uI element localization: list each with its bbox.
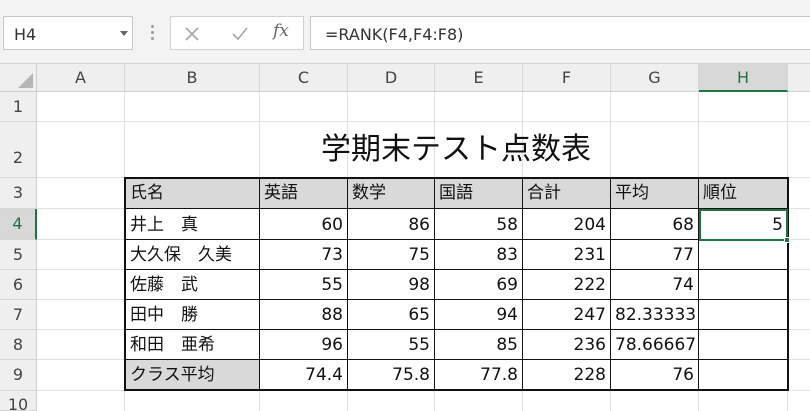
row-header-5[interactable]: 5 <box>0 240 37 270</box>
cell-japanese[interactable]: 94 <box>435 300 522 329</box>
header-japanese[interactable]: 国語 <box>435 179 522 208</box>
cell-japanese[interactable]: 83 <box>435 240 522 269</box>
formula-bar: H4 fx =RANK(F4,F4:F8) <box>0 0 810 64</box>
cell-average[interactable]: 68 <box>611 209 698 239</box>
cell-english[interactable]: 96 <box>260 330 347 359</box>
cell-english[interactable]: 60 <box>260 209 347 239</box>
cell-english[interactable]: 88 <box>260 300 347 329</box>
class-average-total[interactable]: 228 <box>523 360 610 389</box>
cell-rank[interactable] <box>699 270 787 299</box>
row-header-8[interactable]: 8 <box>0 330 37 360</box>
select-all-icon <box>18 73 33 88</box>
row-header-9[interactable]: 9 <box>0 360 37 391</box>
more-options-icon[interactable] <box>141 20 163 46</box>
header-rank[interactable]: 順位 <box>699 179 787 208</box>
cell-japanese[interactable]: 85 <box>435 330 522 359</box>
header-math[interactable]: 数学 <box>348 179 434 208</box>
row-header-7[interactable]: 7 <box>0 300 37 330</box>
class-average-english[interactable]: 74.4 <box>260 360 347 389</box>
row-header-6[interactable]: 6 <box>0 270 37 300</box>
row-header-2[interactable]: 2 <box>0 122 37 178</box>
column-header-d[interactable]: D <box>348 64 435 92</box>
cell-japanese[interactable]: 69 <box>435 270 522 299</box>
column-header-g[interactable]: G <box>611 64 699 92</box>
cell-total[interactable]: 204 <box>523 209 610 239</box>
column-header-a[interactable]: A <box>37 64 125 92</box>
formula-input[interactable]: =RANK(F4,F4:F8) <box>310 16 810 50</box>
row-header-10[interactable]: 10 <box>0 391 37 411</box>
cell-name[interactable]: 和田 亜希 <box>126 330 259 359</box>
column-header-c[interactable]: C <box>260 64 348 92</box>
formula-buttons: fx <box>170 16 304 50</box>
cell-math[interactable]: 65 <box>348 300 434 329</box>
cell-name[interactable]: 田中 勝 <box>126 300 259 329</box>
cell-rank[interactable] <box>699 330 787 359</box>
header-average[interactable]: 平均 <box>611 179 698 208</box>
cell-rank[interactable] <box>699 240 787 269</box>
row-header-1[interactable]: 1 <box>0 92 37 122</box>
column-header-h[interactable]: H <box>699 64 788 92</box>
insert-function-icon[interactable]: fx <box>273 21 289 41</box>
cell-average[interactable]: 77 <box>611 240 698 269</box>
chevron-down-icon[interactable] <box>120 31 128 36</box>
cell-average[interactable]: 74 <box>611 270 698 299</box>
class-average-japanese[interactable]: 77.8 <box>435 360 522 389</box>
name-box-value: H4 <box>14 25 37 44</box>
cell-rank[interactable] <box>699 300 787 329</box>
cell-total[interactable]: 236 <box>523 330 610 359</box>
class-average-rank[interactable] <box>699 360 787 389</box>
class-average-average[interactable]: 76 <box>611 360 698 389</box>
check-icon[interactable] <box>223 20 257 47</box>
formula-text: =RANK(F4,F4:F8) <box>325 25 464 44</box>
class-average-label[interactable]: クラス平均 <box>126 360 259 389</box>
close-icon[interactable] <box>175 20 209 47</box>
name-box[interactable]: H4 <box>3 16 133 50</box>
select-all-button[interactable] <box>0 64 37 92</box>
fill-handle[interactable] <box>784 237 790 243</box>
sheet-title[interactable]: 学期末テスト点数表 <box>125 122 787 178</box>
active-cell-selection <box>699 209 788 241</box>
cell-english[interactable]: 55 <box>260 270 347 299</box>
header-english[interactable]: 英語 <box>260 179 347 208</box>
class-average-math[interactable]: 75.8 <box>348 360 434 389</box>
header-name[interactable]: 氏名 <box>126 179 259 208</box>
column-header-e[interactable]: E <box>435 64 523 92</box>
cell-math[interactable]: 75 <box>348 240 434 269</box>
cell-math[interactable]: 98 <box>348 270 434 299</box>
column-header-b[interactable]: B <box>125 64 260 92</box>
column-header-next[interactable] <box>788 64 810 92</box>
cell-math[interactable]: 55 <box>348 330 434 359</box>
cell-math[interactable]: 86 <box>348 209 434 239</box>
column-header-f[interactable]: F <box>523 64 611 92</box>
cell-average[interactable]: 78.66667 <box>611 330 698 359</box>
row-header-3[interactable]: 3 <box>0 178 37 209</box>
cell-name[interactable]: 大久保 久美 <box>126 240 259 269</box>
cell-name[interactable]: 井上 真 <box>126 209 259 239</box>
cell-total[interactable]: 247 <box>523 300 610 329</box>
cell-total[interactable]: 231 <box>523 240 610 269</box>
cell-name[interactable]: 佐藤 武 <box>126 270 259 299</box>
cell-average[interactable]: 82.33333 <box>611 300 698 329</box>
header-total[interactable]: 合計 <box>523 179 610 208</box>
cell-japanese[interactable]: 58 <box>435 209 522 239</box>
cell-total[interactable]: 222 <box>523 270 610 299</box>
cell-english[interactable]: 73 <box>260 240 347 269</box>
row-header-4[interactable]: 4 <box>0 209 37 240</box>
